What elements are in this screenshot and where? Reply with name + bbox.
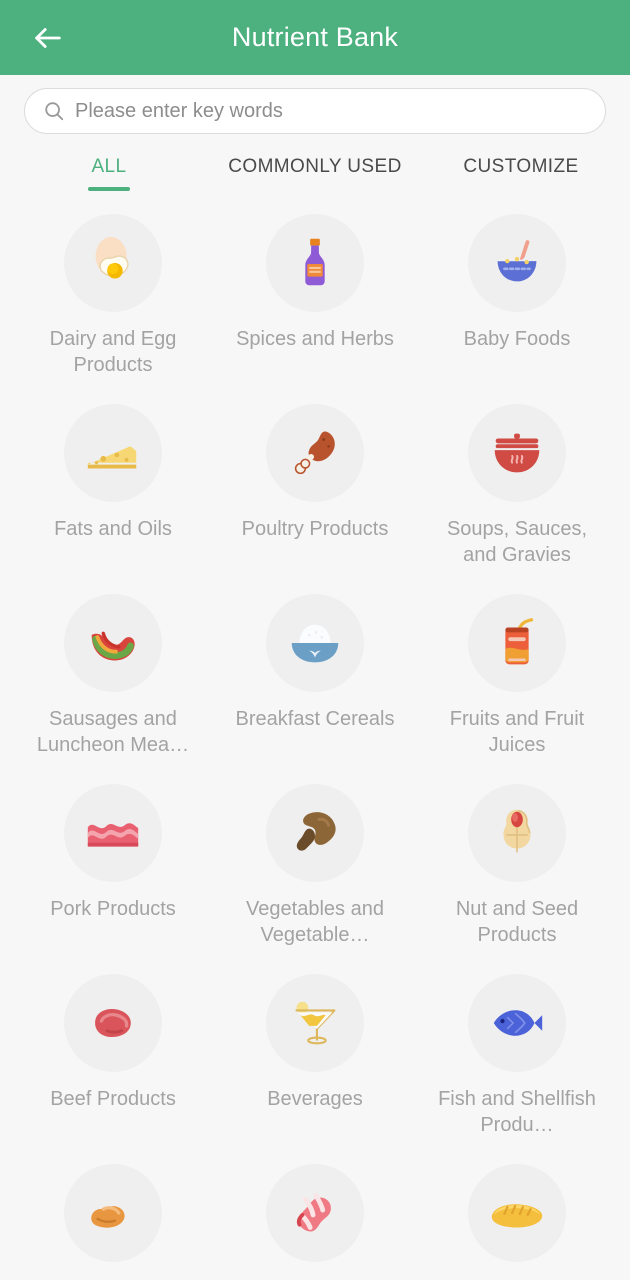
hot-dog-icon: [64, 594, 162, 692]
category-item-fish-and-shellfish-products[interactable]: Fish and Shellfish Produ…: [416, 974, 618, 1164]
category-label: Sausages and Luncheon Mea…: [36, 708, 190, 756]
category-item-sausages-and-luncheon-meats[interactable]: Sausages and Luncheon Mea…: [12, 594, 214, 784]
bacon-slab-icon: [64, 784, 162, 882]
baby-food-bowl-icon: [468, 214, 566, 312]
category-item-beef-products[interactable]: Beef Products: [12, 974, 214, 1164]
category-item-vegetables-and-vegetable-products[interactable]: Vegetables and Vegetable…: [214, 784, 416, 974]
tab-commonly-used-label: COMMONLY USED: [228, 156, 402, 177]
tab-active-indicator: [88, 187, 130, 191]
category-item-pork-products[interactable]: Pork Products: [12, 784, 214, 974]
category-item-row6-col3[interactable]: [416, 1164, 618, 1280]
tab-customize-label: CUSTOMIZE: [463, 156, 579, 177]
category-label: Fruits and Fruit Juices: [449, 708, 585, 756]
juice-can-icon: [468, 594, 566, 692]
category-label: Soups, Sauces, and Gravies: [446, 518, 588, 566]
back-button[interactable]: [22, 12, 74, 64]
category-item-fats-and-oils[interactable]: Fats and Oils: [12, 404, 214, 594]
search-icon: [43, 100, 65, 122]
category-item-fruits-and-fruit-juices[interactable]: Fruits and Fruit Juices: [416, 594, 618, 784]
tab-all-label: ALL: [91, 156, 127, 177]
category-label: Vegetables and Vegetable…: [246, 898, 384, 946]
category-label: Breakfast Cereals: [235, 708, 395, 730]
category-grid: Dairy and Egg Products Spices and Herbs: [0, 200, 630, 1280]
category-item-spices-and-herbs[interactable]: Spices and Herbs: [214, 214, 416, 404]
category-label: Baby Foods: [463, 328, 571, 350]
nuggets-icon: [64, 1164, 162, 1262]
search-box[interactable]: [24, 88, 606, 134]
peanut-icon: [468, 784, 566, 882]
category-label: Beverages: [267, 1088, 363, 1110]
rice-bowl-icon: [266, 594, 364, 692]
fish-icon: [468, 974, 566, 1072]
search-input[interactable]: [75, 89, 587, 133]
cheese-wedge-icon: [64, 404, 162, 502]
category-label: Fish and Shellfish Produ…: [438, 1088, 596, 1136]
tab-all[interactable]: ALL: [6, 144, 212, 200]
bread-loaf-icon: [468, 1164, 566, 1262]
category-item-row6-col1[interactable]: [12, 1164, 214, 1280]
category-label: Fats and Oils: [54, 518, 172, 540]
arrow-left-icon: [31, 21, 65, 55]
category-label: Beef Products: [50, 1088, 176, 1110]
category-label: Nut and Seed Products: [455, 898, 579, 946]
category-item-nut-and-seed-products[interactable]: Nut and Seed Products: [416, 784, 618, 974]
category-item-row6-col2[interactable]: [214, 1164, 416, 1280]
chicken-drumstick-icon: [266, 404, 364, 502]
category-label: Spices and Herbs: [236, 328, 394, 350]
bacon-strips-icon: [266, 1164, 364, 1262]
tab-customize[interactable]: CUSTOMIZE: [418, 144, 624, 200]
category-label: Poultry Products: [241, 518, 389, 540]
soup-pot-icon: [468, 404, 566, 502]
category-item-breakfast-cereals[interactable]: Breakfast Cereals: [214, 594, 416, 784]
category-item-dairy-and-egg-products[interactable]: Dairy and Egg Products: [12, 214, 214, 404]
tab-commonly-used[interactable]: COMMONLY USED: [212, 144, 418, 200]
app-header: Nutrient Bank: [0, 0, 630, 75]
app-screen: Nutrient Bank ALL COMMONLY USED CUSTOMIZ…: [0, 0, 630, 1280]
search-bar-container: [0, 75, 630, 144]
category-label: Dairy and Egg Products: [49, 328, 177, 376]
tab-inactive-indicator: [500, 187, 542, 191]
category-item-baby-foods[interactable]: Baby Foods: [416, 214, 618, 404]
category-item-soups-sauces-and-gravies[interactable]: Soups, Sauces, and Gravies: [416, 404, 618, 594]
page-title: Nutrient Bank: [231, 22, 399, 52]
cocktail-glass-icon: [266, 974, 364, 1072]
sauce-bottle-icon: [266, 214, 364, 312]
mushroom-icon: [266, 784, 364, 882]
egg-icon: [64, 214, 162, 312]
category-item-poultry-products[interactable]: Poultry Products: [214, 404, 416, 594]
tab-bar: ALL COMMONLY USED CUSTOMIZE: [0, 144, 630, 200]
steak-icon: [64, 974, 162, 1072]
category-label: Pork Products: [50, 898, 176, 920]
tab-inactive-indicator: [294, 187, 336, 191]
category-item-beverages[interactable]: Beverages: [214, 974, 416, 1164]
